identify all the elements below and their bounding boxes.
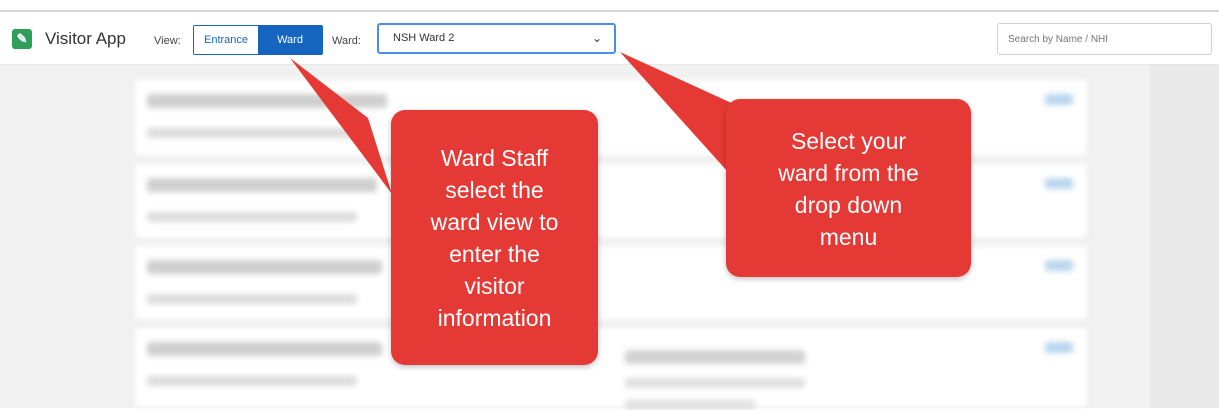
callout-line: Ward Staff [440, 145, 549, 171]
callout-line: ward view to [430, 209, 559, 235]
left-callout-arrow [290, 58, 392, 194]
callout-line: select the [445, 177, 544, 203]
callout-line: ward from the [778, 160, 919, 186]
callout-line: enter the [449, 241, 540, 267]
callout-line: Select your [790, 128, 907, 154]
callout-line: drop down [794, 192, 903, 218]
callout-arrows [290, 52, 760, 194]
callout-line: visitor [464, 273, 525, 299]
callout-line: menu [819, 224, 878, 250]
callout-line: information [437, 305, 552, 331]
select-ward-callout: Select your ward from the drop down menu [726, 99, 971, 277]
ward-staff-callout: Ward Staff select the ward view to enter… [391, 110, 598, 365]
